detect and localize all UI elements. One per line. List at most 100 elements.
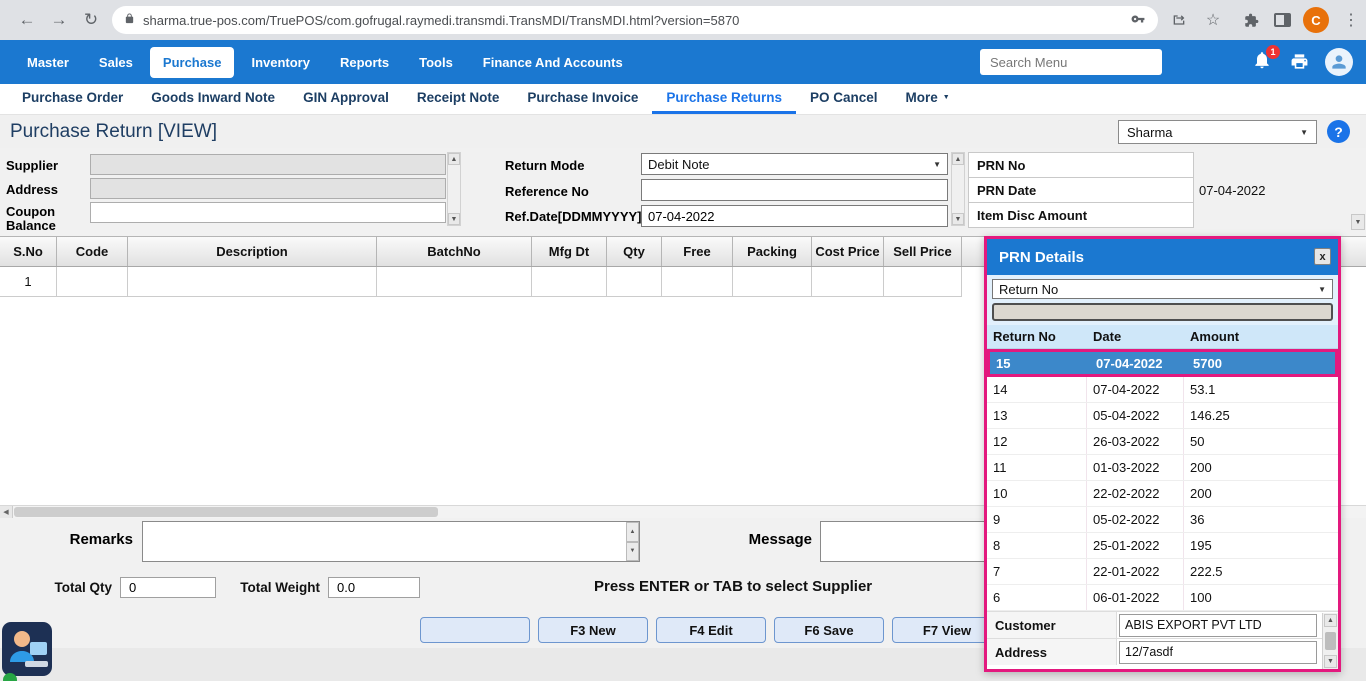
grid-cell-cost-price[interactable] [812, 267, 884, 297]
prn-row[interactable]: 6 06-01-2022 100 [987, 585, 1338, 611]
browser-profile-avatar[interactable]: C [1303, 7, 1329, 33]
return-mode-label: Return Mode [505, 158, 584, 173]
tab-purchase-order[interactable]: Purchase Order [8, 84, 137, 114]
tab-goods-inward-note[interactable]: Goods Inward Note [137, 84, 289, 114]
address-input[interactable] [90, 178, 446, 199]
prn-cell-amount: 222.5 [1184, 559, 1338, 584]
return-mode-value: Debit Note [648, 157, 709, 172]
prn-row[interactable]: 12 26-03-2022 50 [987, 429, 1338, 455]
grid-cell-batchno[interactable] [377, 267, 532, 297]
scroll-down-icon[interactable]: ▼ [952, 213, 964, 225]
left-panel-scrollbar[interactable]: ▲ ▼ [447, 152, 461, 226]
scroll-up-icon[interactable]: ▲ [952, 153, 964, 165]
grid-cell-free[interactable] [662, 267, 733, 297]
mascot-logo [2, 622, 52, 676]
remarks-textarea[interactable] [142, 521, 640, 562]
grid-cell-description[interactable] [128, 267, 377, 297]
refresh-icon[interactable]: ↻ [78, 7, 104, 33]
spinner-up-icon[interactable]: ▲ [626, 522, 639, 542]
grid-col-packing: Packing [733, 237, 812, 266]
prn-cell-return-no: 12 [987, 429, 1087, 454]
address-bar[interactable]: sharma.true-pos.com/TruePOS/com.gofrugal… [112, 6, 1158, 34]
scroll-up-icon[interactable]: ▲ [1324, 614, 1337, 627]
scroll-left-icon[interactable]: ◀ [0, 506, 13, 518]
tab-purchase-invoice[interactable]: Purchase Invoice [513, 84, 652, 114]
scrollbar-thumb[interactable] [1325, 632, 1336, 650]
share-icon[interactable] [1170, 11, 1188, 29]
menu-item-sales[interactable]: Sales [86, 47, 146, 78]
menu-item-finance[interactable]: Finance And Accounts [470, 47, 636, 78]
prn-row[interactable]: 13 05-04-2022 146.25 [987, 403, 1338, 429]
menu-item-tools[interactable]: Tools [406, 47, 466, 78]
supplier-input[interactable] [90, 154, 446, 175]
coupon-balance-input[interactable] [90, 202, 446, 223]
middle-panel-scrollbar[interactable]: ▲ ▼ [951, 152, 965, 226]
menu-item-purchase[interactable]: Purchase [150, 47, 235, 78]
bookmark-star-icon[interactable]: ☆ [1204, 11, 1222, 29]
scrollbar-thumb[interactable] [14, 507, 438, 517]
ref-date-input[interactable] [641, 205, 948, 227]
popup-vertical-scrollbar[interactable]: ▲ ▼ [1322, 613, 1338, 669]
return-mode-select[interactable]: Debit Note ▼ [641, 153, 948, 175]
prn-cell-return-no: 11 [987, 455, 1087, 480]
prn-date-value: 07-04-2022 [1199, 177, 1266, 203]
forward-icon[interactable]: → [46, 7, 72, 33]
prn-row[interactable]: 8 25-01-2022 195 [987, 533, 1338, 559]
search-menu-input[interactable] [980, 49, 1162, 75]
grid-cell-mfg-dt[interactable] [532, 267, 607, 297]
prn-cell-date: 22-02-2022 [1087, 481, 1184, 506]
prn-row[interactable]: 7 22-01-2022 222.5 [987, 559, 1338, 585]
extensions-icon[interactable] [1242, 11, 1260, 29]
prn-row-selected[interactable]: 15 07-04-2022 5700 [987, 349, 1338, 377]
scroll-down-icon[interactable]: ▼ [448, 213, 460, 225]
tab-more[interactable]: More ▼ [892, 84, 964, 114]
scroll-down-icon[interactable]: ▼ [1351, 214, 1365, 230]
print-button[interactable] [1290, 52, 1309, 74]
browser-menu-dots-icon[interactable]: ⋮ [1342, 11, 1360, 29]
spinner-down-icon[interactable]: ▼ [626, 542, 639, 562]
menu-item-reports[interactable]: Reports [327, 47, 402, 78]
tab-gin-approval[interactable]: GIN Approval [289, 84, 403, 114]
prn-cell-amount: 200 [1184, 455, 1338, 480]
close-icon[interactable]: x [1314, 248, 1331, 265]
tab-purchase-returns[interactable]: Purchase Returns [652, 84, 796, 114]
printer-icon [1290, 52, 1309, 71]
f3-new-button[interactable]: F3 New [538, 617, 648, 643]
menu-item-inventory[interactable]: Inventory [238, 47, 323, 78]
grid-cell-qty[interactable] [607, 267, 662, 297]
prn-cell-date: 05-02-2022 [1087, 507, 1184, 532]
grid-cell-sno[interactable]: 1 [0, 267, 57, 297]
help-button[interactable]: ? [1327, 120, 1350, 143]
grid-col-cost-price: Cost Price [812, 237, 884, 266]
side-panel-icon[interactable] [1274, 13, 1291, 27]
prn-cell-return-no: 10 [987, 481, 1087, 506]
total-weight-input[interactable] [328, 577, 420, 598]
key-icon[interactable] [1130, 12, 1146, 29]
grid-col-batchno: BatchNo [377, 237, 532, 266]
scroll-down-icon[interactable]: ▼ [1324, 655, 1337, 668]
return-no-filter-select[interactable]: Return No ▼ [992, 279, 1333, 299]
f4-edit-button[interactable]: F4 Edit [656, 617, 766, 643]
f6-save-button[interactable]: F6 Save [774, 617, 884, 643]
menu-item-master[interactable]: Master [14, 47, 82, 78]
grid-cell-code[interactable] [57, 267, 128, 297]
tab-receipt-note[interactable]: Receipt Note [403, 84, 514, 114]
prn-row[interactable]: 11 01-03-2022 200 [987, 455, 1338, 481]
blank-button[interactable] [420, 617, 530, 643]
prn-row[interactable]: 9 05-02-2022 36 [987, 507, 1338, 533]
user-avatar-button[interactable] [1325, 48, 1353, 76]
prn-rows: 14 07-04-2022 53.1 13 05-04-2022 146.25 … [987, 377, 1338, 611]
grid-cell-packing[interactable] [733, 267, 812, 297]
notifications-button[interactable]: 1 [1252, 50, 1274, 72]
grid-cell-sell-price[interactable] [884, 267, 962, 297]
prn-search-input[interactable] [992, 303, 1333, 321]
prn-cell-amount: 36 [1184, 507, 1338, 532]
company-select[interactable]: Sharma ▼ [1118, 120, 1317, 144]
total-qty-input[interactable] [120, 577, 216, 598]
prn-row[interactable]: 10 22-02-2022 200 [987, 481, 1338, 507]
scroll-up-icon[interactable]: ▲ [448, 153, 460, 165]
back-icon[interactable]: ← [14, 7, 40, 33]
prn-row[interactable]: 14 07-04-2022 53.1 [987, 377, 1338, 403]
reference-no-input[interactable] [641, 179, 948, 201]
tab-po-cancel[interactable]: PO Cancel [796, 84, 892, 114]
